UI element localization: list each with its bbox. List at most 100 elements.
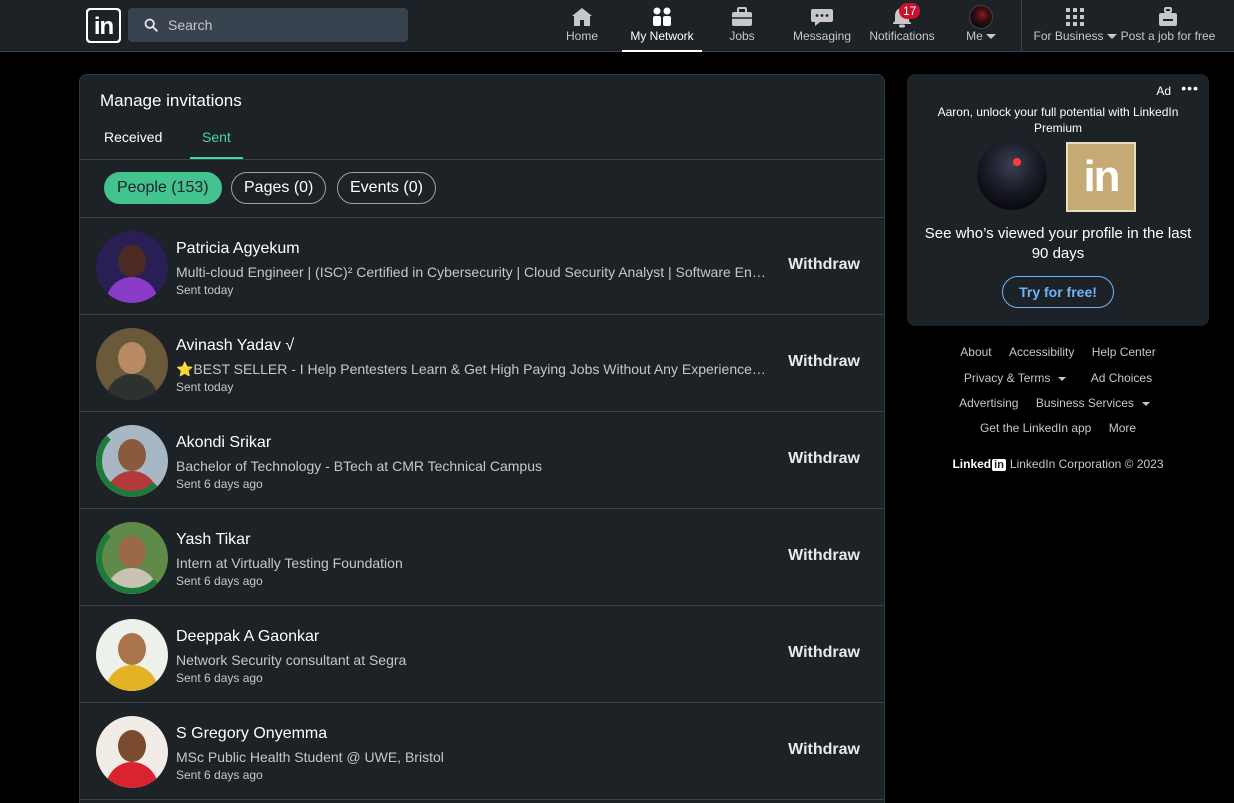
nav-me-text: Me (966, 29, 983, 43)
footer-link-business-services-text: Business Services (1035, 396, 1134, 410)
nav-me[interactable]: Me (952, 0, 1010, 52)
linkedin-premium-logo-icon: in (1066, 142, 1136, 212)
invitee-name[interactable]: Deeppak A Gaonkar (176, 628, 319, 646)
avatar[interactable] (96, 231, 168, 303)
chevron-down-icon (985, 34, 996, 40)
invitee-name[interactable]: Avinash Yadav √ (176, 337, 294, 355)
linkedin-footer-logo-icon: Linked in (952, 457, 1006, 471)
ad-text: Aaron, unlock your full potential with L… (937, 105, 1179, 135)
user-avatar (977, 140, 1047, 210)
premium-logo-text: in (1083, 152, 1120, 201)
premium-ad-card: Ad ••• Aaron, unlock your full potential… (907, 74, 1209, 326)
nav-post-job-label: Post a job for free (1120, 29, 1216, 43)
invitee-headline: MSc Public Health Student @ UWE, Bristol (176, 749, 444, 765)
invitation-row: Patricia Agyekum Multi-cloud Engineer | … (80, 218, 884, 315)
footer-link-accessibility[interactable]: Accessibility (1009, 345, 1074, 359)
invitation-row: Deeppak A Gaonkar Network Security consu… (80, 606, 884, 703)
footer-link-privacy-terms-text: Privacy & Terms (963, 371, 1051, 385)
nav-messaging-label: Messaging (792, 29, 852, 43)
invitee-name[interactable]: Patricia Agyekum (176, 240, 300, 258)
withdraw-button[interactable]: Withdraw (788, 644, 860, 662)
footer-row: Privacy & Terms Ad Choices (907, 371, 1209, 385)
nav-messaging[interactable]: Messaging (782, 0, 862, 52)
page-title: Manage invitations (100, 91, 242, 110)
footer-brand-word: Linked (952, 457, 992, 471)
invitee-headline: Multi-cloud Engineer | (ISC)² Certified … (176, 264, 766, 280)
nav-for-business[interactable]: For Business (1030, 0, 1120, 52)
ad-label: Ad (1156, 84, 1171, 98)
top-navigation: in Home My Network Jobs (0, 0, 1234, 52)
avatar[interactable] (96, 328, 168, 400)
avatar[interactable] (96, 619, 168, 691)
linkedin-logo-text: in (88, 10, 119, 41)
search-box[interactable] (128, 8, 408, 42)
try-free-button[interactable]: Try for free! (1002, 276, 1114, 308)
grid-icon (1066, 8, 1084, 26)
me-avatar (969, 5, 993, 29)
footer-link-ad-choices[interactable]: Ad Choices (1091, 371, 1152, 385)
footer-link-get-app[interactable]: Get the LinkedIn app (980, 421, 1091, 435)
chevron-down-icon (1106, 34, 1117, 40)
invitee-headline: Network Security consultant at Segra (176, 652, 407, 668)
nav-for-business-text: For Business (1033, 29, 1104, 43)
invitee-name[interactable]: Akondi Srikar (176, 434, 271, 452)
invitee-name[interactable]: S Gregory Onyemma (176, 725, 327, 743)
sent-time: Sent 6 days ago (176, 574, 263, 588)
chevron-down-icon (1058, 376, 1067, 381)
nav-home-label: Home (565, 29, 598, 43)
sent-time: Sent 6 days ago (176, 671, 263, 685)
sent-time: Sent 6 days ago (176, 477, 263, 491)
open-to-work-frame (96, 425, 168, 497)
filter-people[interactable]: People (153) (104, 172, 222, 204)
nav-home[interactable]: Home (552, 0, 612, 52)
withdraw-button[interactable]: Withdraw (788, 741, 860, 759)
avatar-face (118, 633, 146, 665)
withdraw-button[interactable]: Withdraw (788, 547, 860, 565)
withdraw-button[interactable]: Withdraw (788, 353, 860, 371)
avatar-face (118, 730, 146, 762)
nav-jobs[interactable]: Jobs (712, 0, 772, 52)
more-options-icon[interactable]: ••• (1181, 81, 1199, 95)
chevron-down-icon (1141, 401, 1150, 406)
avatar-body (106, 374, 158, 400)
jobs-icon (732, 7, 752, 26)
footer-brand-in: in (992, 459, 1006, 471)
footer-link-more[interactable]: More (1109, 421, 1136, 435)
footer-copyright: LinkedIn Corporation © 2023 (1009, 457, 1164, 471)
notifications-badge: 17 (899, 3, 921, 19)
post-job-icon (1159, 7, 1177, 26)
linkedin-logo-icon[interactable]: in (86, 8, 121, 43)
tab-received[interactable]: Received (92, 125, 174, 159)
footer-link-advertising[interactable]: Advertising (959, 396, 1018, 410)
nav-jobs-label: Jobs (729, 29, 755, 43)
invitee-name[interactable]: Yash Tikar (176, 531, 250, 549)
nav-post-job[interactable]: Post a job for free (1118, 0, 1218, 52)
my-network-icon (653, 7, 671, 26)
avatar[interactable] (96, 522, 168, 594)
invitee-headline: Bachelor of Technology - BTech at CMR Te… (176, 458, 542, 474)
filter-pages[interactable]: Pages (0) (231, 172, 327, 204)
footer-link-help-center[interactable]: Help Center (1092, 345, 1156, 359)
footer-row: Advertising Business Services (907, 396, 1209, 410)
nav-notifications[interactable]: 17 Notifications (862, 0, 942, 52)
avatar[interactable] (96, 425, 168, 497)
nav-notifications-label: Notifications (869, 29, 935, 43)
withdraw-button[interactable]: Withdraw (788, 256, 860, 274)
invitation-row: S Gregory Onyemma MSc Public Health Stud… (80, 703, 884, 800)
nav-my-network[interactable]: My Network (622, 0, 702, 52)
footer-link-business-services[interactable]: Business Services (1036, 396, 1157, 410)
filter-events[interactable]: Events (0) (337, 172, 436, 204)
nav-for-business-label: For Business (1030, 29, 1120, 43)
tabs-divider (80, 159, 884, 160)
sent-time: Sent 6 days ago (176, 768, 263, 782)
nav-me-label: Me (952, 29, 1010, 43)
avatar-accent (1013, 158, 1021, 166)
avatar-face (118, 342, 146, 374)
avatar-body (106, 665, 158, 691)
tab-sent[interactable]: Sent (190, 125, 243, 159)
search-input[interactable] (168, 8, 398, 42)
footer-link-privacy-terms[interactable]: Privacy & Terms (964, 371, 1073, 385)
avatar[interactable] (96, 716, 168, 788)
footer-link-about[interactable]: About (960, 345, 991, 359)
withdraw-button[interactable]: Withdraw (788, 450, 860, 468)
